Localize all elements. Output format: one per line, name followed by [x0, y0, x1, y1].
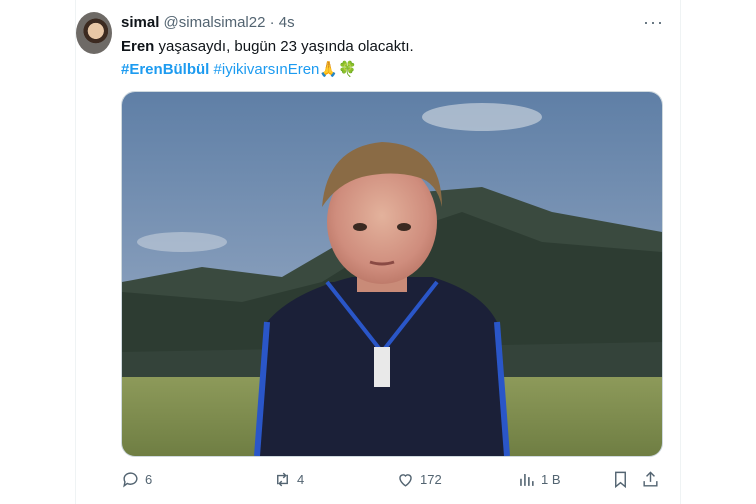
tweet-hashtags: #ErenBülbül #iyikivarsınEren🙏🍀 [121, 60, 357, 78]
tweet-actions: 6 4 172 1 B [121, 468, 661, 492]
hashtag-erenbulbul[interactable]: #ErenBülbül [121, 61, 209, 78]
bookmark-button[interactable] [611, 470, 630, 489]
views-button[interactable]: 1 B [517, 470, 561, 489]
repost-count: 4 [297, 472, 305, 487]
like-icon [399, 474, 412, 487]
text-body: yaşasaydı, bugün 23 yaşında olacaktı. [154, 38, 414, 55]
tweet-card[interactable]: simal @simalsimal22 · 4s ··· Eren yaşasa… [75, 0, 681, 504]
hashtag-iyikivarsineren[interactable]: #iyikivarsınEren [214, 61, 320, 78]
photo-boy-mountains [122, 92, 662, 456]
avatar[interactable] [76, 12, 112, 54]
reply-count: 6 [145, 472, 153, 487]
author-name[interactable]: simal [121, 14, 159, 31]
tweet-header: simal @simalsimal22 · 4s [121, 14, 295, 31]
share-button[interactable] [641, 470, 660, 489]
tweet-media-photo[interactable] [121, 91, 663, 457]
views-icon [520, 473, 534, 486]
reply-icon [123, 472, 138, 488]
emoji: 🙏🍀 [319, 61, 357, 78]
like-count: 172 [420, 472, 442, 487]
repost-button[interactable]: 4 [273, 470, 304, 489]
views-count: 1 B [541, 472, 561, 487]
like-button[interactable]: 172 [396, 470, 442, 489]
share-icon [643, 471, 658, 487]
bookmark-icon [615, 471, 626, 489]
more-options-icon[interactable]: ··· [643, 12, 664, 33]
text-name: Eren [121, 38, 155, 55]
reply-button[interactable]: 6 [121, 470, 152, 489]
timestamp[interactable]: 4s [279, 14, 295, 31]
author-handle[interactable]: @simalsimal22 [164, 14, 266, 31]
repost-icon [277, 472, 288, 487]
separator-dot: · [269, 14, 275, 31]
tweet-text: Eren yaşasaydı, bugün 23 yaşında olacakt… [121, 38, 414, 55]
